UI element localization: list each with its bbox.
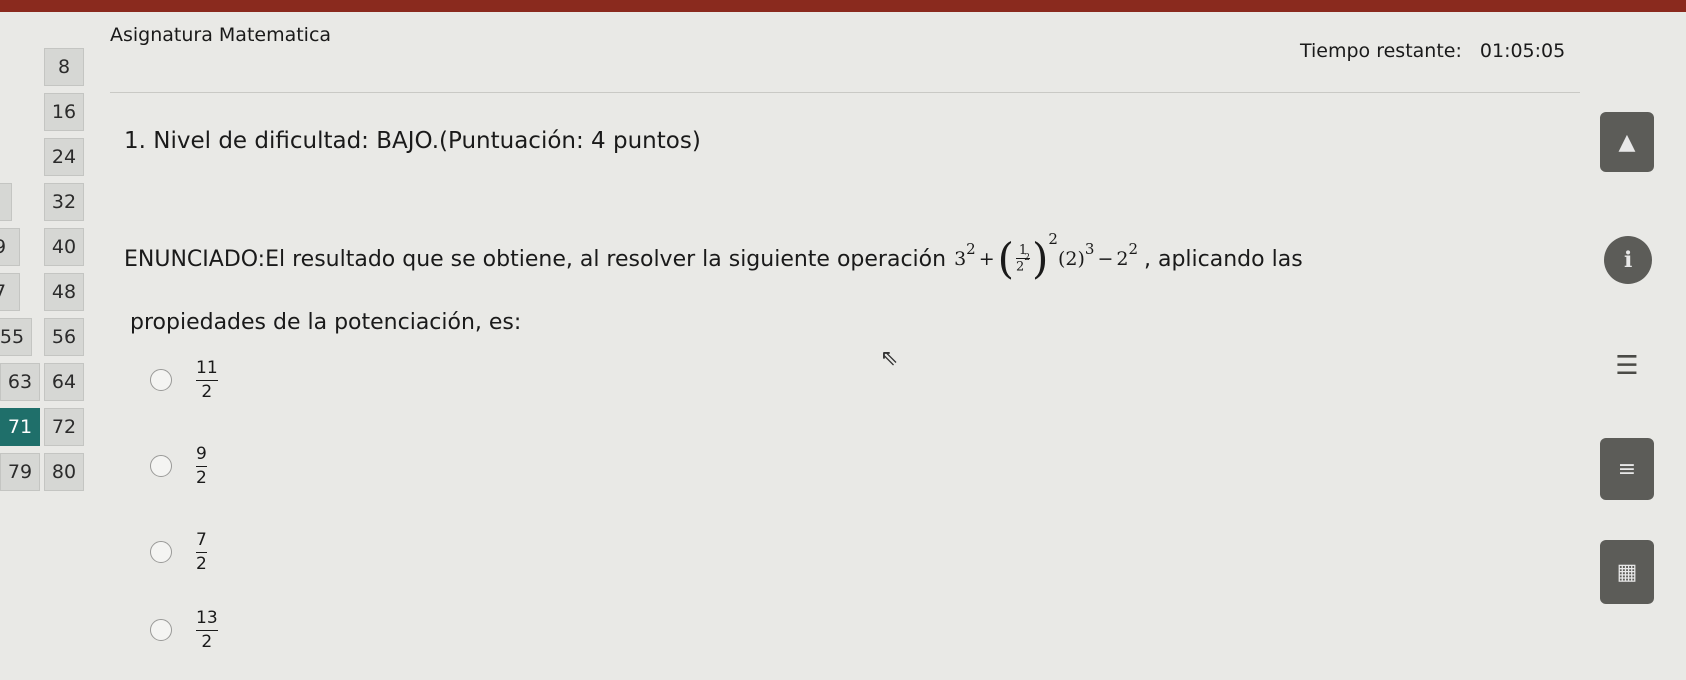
nav-row: 1 32 <box>0 183 100 223</box>
fraction-denominator: 2 <box>201 381 213 402</box>
fraction-bar <box>196 629 218 631</box>
nav-question-1[interactable]: 1 <box>0 183 12 221</box>
nav-question-48[interactable]: 48 <box>44 273 84 311</box>
formula-term3: (2) <box>1057 248 1085 270</box>
nav-question-8[interactable]: 8 <box>44 48 84 86</box>
radio-button[interactable] <box>150 455 172 477</box>
mouse-cursor-icon: ⇖ <box>880 346 899 371</box>
nav-row: 55 56 <box>0 318 100 358</box>
notes-icon[interactable]: ≡ <box>1600 438 1654 500</box>
fraction-denominator: 2 <box>201 631 213 652</box>
fraction-numerator: 7 <box>196 530 207 551</box>
option-fraction: 9 2 <box>196 444 207 488</box>
radio-button[interactable] <box>150 541 172 563</box>
formula-inner-den: 22 <box>1016 253 1030 275</box>
question-statement: ENUNCIADO:El resultado que se obtiene, a… <box>124 230 1303 283</box>
nav-question-16[interactable]: 16 <box>44 93 84 131</box>
operation-formula: 32 + ( 1 22 ) 2 (2) 3 − 22 <box>954 230 1138 283</box>
fraction-numerator: 13 <box>196 608 218 629</box>
answer-option-a[interactable]: 11 2 <box>150 350 290 410</box>
nav-row: 24 <box>0 138 100 178</box>
checklist-icon[interactable]: ☰ <box>1600 336 1654 396</box>
inner-den-exp: 2 <box>1024 252 1031 263</box>
question-title: 1. Nivel de dificultad: BAJO.(Puntuación… <box>124 128 701 154</box>
nav-question-32[interactable]: 32 <box>44 183 84 221</box>
formula-exp1: 2 <box>966 240 976 258</box>
fraction-bar <box>196 379 218 381</box>
nav-question-63[interactable]: 63 <box>0 363 40 401</box>
nav-question-64[interactable]: 64 <box>44 363 84 401</box>
timer-value: 01:05:05 <box>1479 40 1566 62</box>
info-icon[interactable]: ℹ <box>1604 236 1652 284</box>
formula-exp4: 2 <box>1128 240 1138 258</box>
nav-question-24[interactable]: 24 <box>44 138 84 176</box>
nav-question-40[interactable]: 40 <box>44 228 84 266</box>
formula-open-paren: ( <box>997 234 1015 283</box>
calculator-icon[interactable]: ▦ <box>1600 540 1654 604</box>
nav-row: 63 64 <box>0 363 100 403</box>
nav-question-79[interactable]: 79 <box>0 453 40 491</box>
nav-question-71-active[interactable]: 71 <box>0 408 40 446</box>
formula-inner-fraction: 1 22 <box>1016 243 1031 275</box>
question-statement-line2: propiedades de la potenciación, es: <box>130 310 522 335</box>
nav-row: 9 40 <box>0 228 100 268</box>
nav-row: 16 <box>0 93 100 133</box>
answer-option-c[interactable]: 7 2 <box>150 522 290 582</box>
subject-title: Asignatura Matematica <box>110 24 332 46</box>
scroll-up-icon[interactable]: ▲ <box>1600 112 1654 172</box>
timer: Tiempo restante: 01:05:05 <box>1300 40 1565 62</box>
formula-exp3: 3 <box>1084 240 1095 258</box>
nav-question-56[interactable]: 56 <box>44 318 84 356</box>
nav-row: 8 <box>0 48 100 88</box>
option-fraction: 7 2 <box>196 530 207 574</box>
formula-base4: 2 <box>1116 248 1129 270</box>
option-fraction: 13 2 <box>196 608 218 652</box>
formula-paren-exp: 2 <box>1048 230 1058 248</box>
nav-question-55[interactable]: 55 <box>0 318 32 356</box>
fraction-numerator: 11 <box>196 358 218 379</box>
formula-close-paren: ) <box>1032 234 1049 283</box>
formula-base1: 3 <box>954 248 967 270</box>
answer-option-b[interactable]: 9 2 <box>150 436 290 496</box>
nav-row: 79 80 <box>0 453 100 493</box>
formula-minus: − <box>1097 248 1114 270</box>
answer-option-d[interactable]: 13 2 <box>150 600 290 660</box>
nav-question-9[interactable]: 9 <box>0 228 20 266</box>
fraction-bar <box>196 465 207 467</box>
formula-plus: + <box>978 248 995 270</box>
nav-question-72[interactable]: 72 <box>44 408 84 446</box>
timer-label: Tiempo restante: <box>1300 40 1462 62</box>
fraction-denominator: 2 <box>196 553 207 574</box>
fraction-numerator: 9 <box>196 444 207 465</box>
nav-row: 71 72 <box>0 408 100 448</box>
fraction-denominator: 2 <box>196 467 207 488</box>
nav-row: 7 48 <box>0 273 100 313</box>
top-strip <box>0 0 1686 12</box>
nav-question-80[interactable]: 80 <box>44 453 84 491</box>
statement-prefix: ENUNCIADO:El resultado que se obtiene, a… <box>124 246 947 272</box>
fraction-bar <box>196 551 207 553</box>
radio-button[interactable] <box>150 619 172 641</box>
radio-button[interactable] <box>150 369 172 391</box>
statement-suffix: , aplicando las <box>1144 246 1303 272</box>
option-fraction: 11 2 <box>196 358 218 402</box>
nav-question-7[interactable]: 7 <box>0 273 20 311</box>
header-divider <box>110 92 1580 93</box>
